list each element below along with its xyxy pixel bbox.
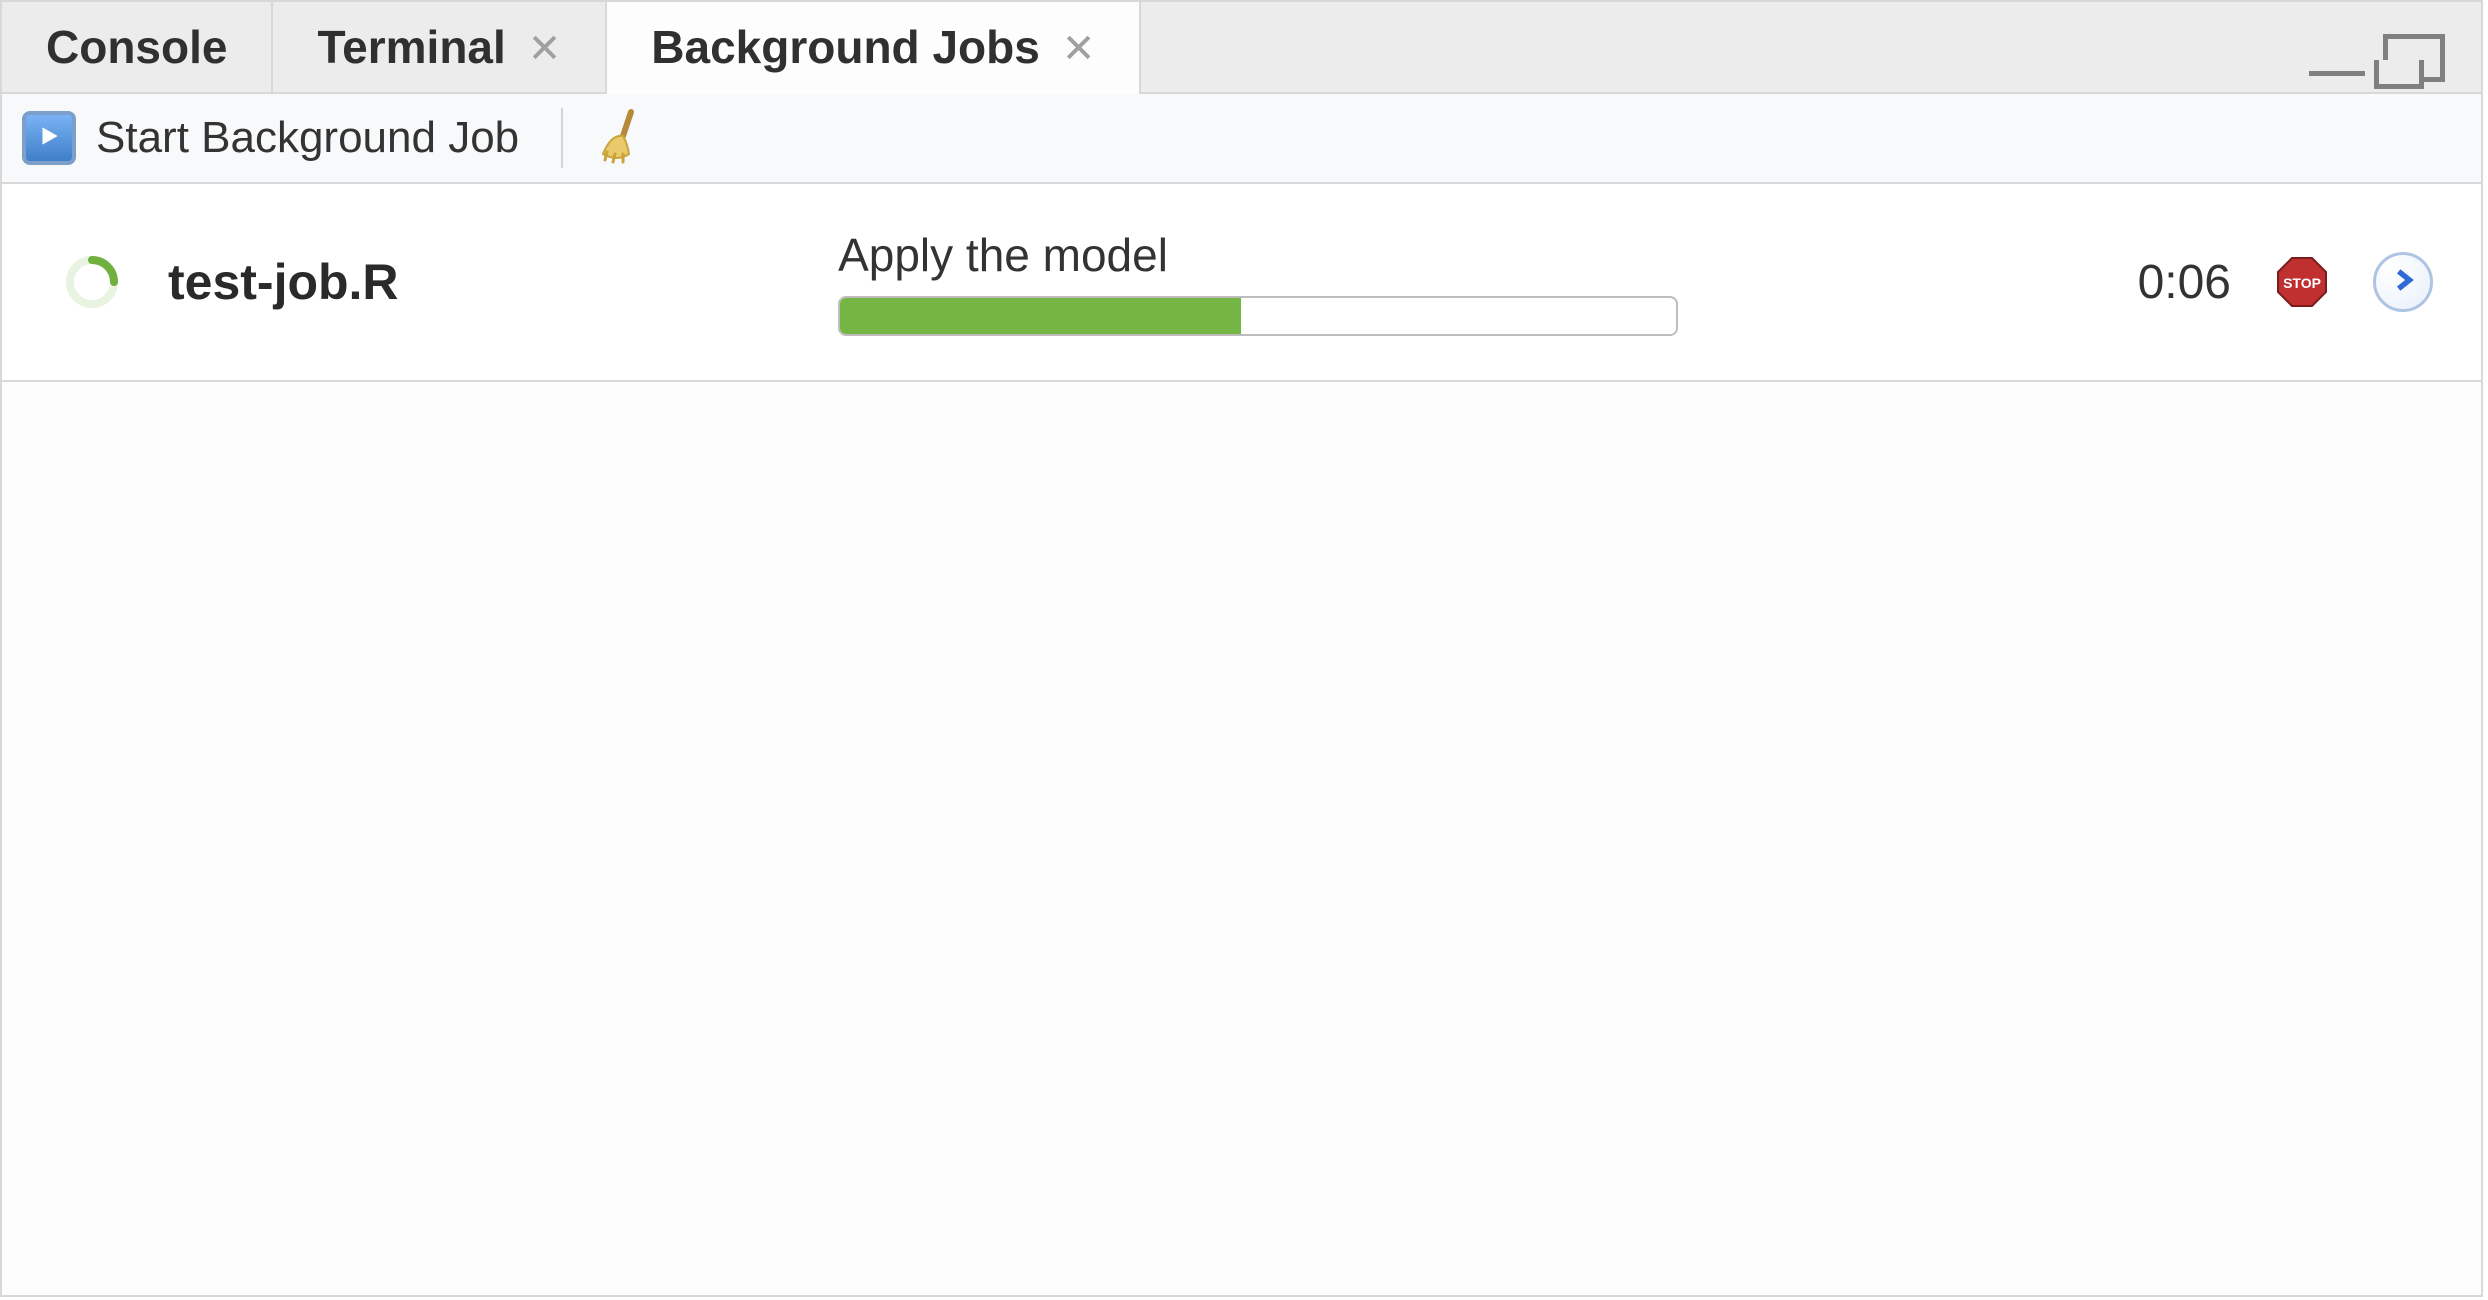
maximize-button[interactable] bbox=[2383, 34, 2445, 82]
job-elapsed-time: 0:06 bbox=[2138, 255, 2231, 310]
broom-icon bbox=[593, 151, 649, 168]
spinner-icon bbox=[62, 252, 122, 312]
close-icon[interactable]: ✕ bbox=[528, 25, 562, 69]
job-details-button[interactable] bbox=[2373, 252, 2433, 312]
job-progress-bar bbox=[838, 296, 1678, 336]
play-icon bbox=[36, 123, 62, 154]
tab-label: Console bbox=[46, 20, 227, 74]
close-icon[interactable]: ✕ bbox=[1062, 25, 1096, 69]
svg-text:STOP: STOP bbox=[2283, 275, 2321, 291]
tab-strip: Console Terminal ✕ Background Jobs ✕ bbox=[2, 2, 2481, 94]
minimize-icon bbox=[2309, 58, 2365, 76]
minimize-button[interactable] bbox=[2309, 46, 2365, 82]
start-job-button[interactable] bbox=[22, 111, 76, 165]
job-status-text: Apply the model bbox=[838, 228, 1738, 282]
stop-job-button[interactable]: STOP bbox=[2275, 255, 2329, 309]
tab-console[interactable]: Console bbox=[2, 2, 273, 92]
job-name: test-job.R bbox=[168, 253, 399, 311]
tab-label: Terminal bbox=[317, 20, 505, 74]
tab-terminal[interactable]: Terminal ✕ bbox=[273, 2, 607, 92]
background-jobs-panel: Console Terminal ✕ Background Jobs ✕ Sta… bbox=[0, 0, 2483, 1297]
clear-jobs-button[interactable] bbox=[593, 108, 649, 169]
toolbar-divider bbox=[561, 108, 563, 168]
chevron-right-icon bbox=[2390, 267, 2416, 298]
jobs-toolbar: Start Background Job bbox=[2, 94, 2481, 184]
tab-label: Background Jobs bbox=[651, 20, 1040, 74]
job-progress-fill bbox=[840, 298, 1241, 334]
stop-icon: STOP bbox=[2275, 296, 2329, 313]
tab-background-jobs[interactable]: Background Jobs ✕ bbox=[607, 2, 1141, 92]
job-row: test-job.R Apply the model 0:06 STOP bbox=[2, 184, 2481, 382]
window-controls bbox=[2309, 2, 2481, 92]
job-list: test-job.R Apply the model 0:06 STOP bbox=[2, 184, 2481, 382]
empty-area bbox=[2, 382, 2481, 1295]
start-job-label: Start Background Job bbox=[96, 113, 519, 163]
